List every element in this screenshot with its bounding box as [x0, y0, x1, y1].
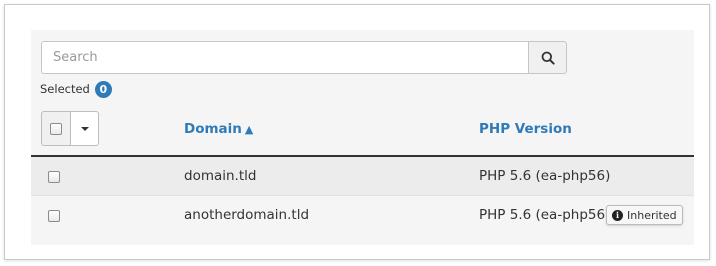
- row-checkbox[interactable]: [48, 171, 60, 183]
- search-input[interactable]: [41, 41, 528, 74]
- php-version-panel: Selected 0 Domain▲ PHP Version domain.tl…: [31, 30, 694, 245]
- sort-ascending-icon: ▲: [244, 123, 254, 136]
- select-all-checkbox[interactable]: [50, 122, 62, 135]
- select-all-button[interactable]: [41, 111, 71, 146]
- bulk-select: [41, 111, 99, 146]
- php-version-cell: PHP 5.6 (ea-php56): [479, 168, 611, 184]
- table-row: domain.tld PHP 5.6 (ea-php56): [31, 157, 694, 196]
- inherited-label: Inherited: [627, 208, 677, 222]
- info-icon: i: [612, 209, 623, 221]
- inherited-badge: i Inherited: [606, 205, 683, 225]
- search-button[interactable]: [528, 41, 567, 74]
- table-row: anotherdomain.tld PHP 5.6 (ea-php56) i I…: [31, 196, 694, 235]
- php-version-cell: PHP 5.6 (ea-php56): [479, 207, 611, 223]
- row-checkbox[interactable]: [48, 210, 60, 222]
- domain-cell: domain.tld: [184, 168, 257, 184]
- column-header-php-version-label: PHP Version: [479, 121, 572, 137]
- domain-cell: anotherdomain.tld: [184, 207, 310, 223]
- column-header-php-version[interactable]: PHP Version: [479, 121, 572, 137]
- search-icon: [541, 51, 555, 65]
- selected-label: Selected: [40, 82, 90, 96]
- column-header-domain[interactable]: Domain ▲: [184, 121, 253, 137]
- page-frame: Selected 0 Domain▲ PHP Version domain.tl…: [4, 4, 710, 260]
- table-header: Domain ▲ PHP Version: [31, 109, 694, 157]
- chevron-down-icon: [80, 126, 89, 131]
- search-bar: [41, 41, 567, 74]
- select-options-dropdown[interactable]: [71, 111, 99, 146]
- selected-count: Selected 0: [40, 80, 112, 98]
- selected-count-badge: 0: [94, 80, 112, 98]
- column-header-domain-label: Domain: [184, 121, 242, 137]
